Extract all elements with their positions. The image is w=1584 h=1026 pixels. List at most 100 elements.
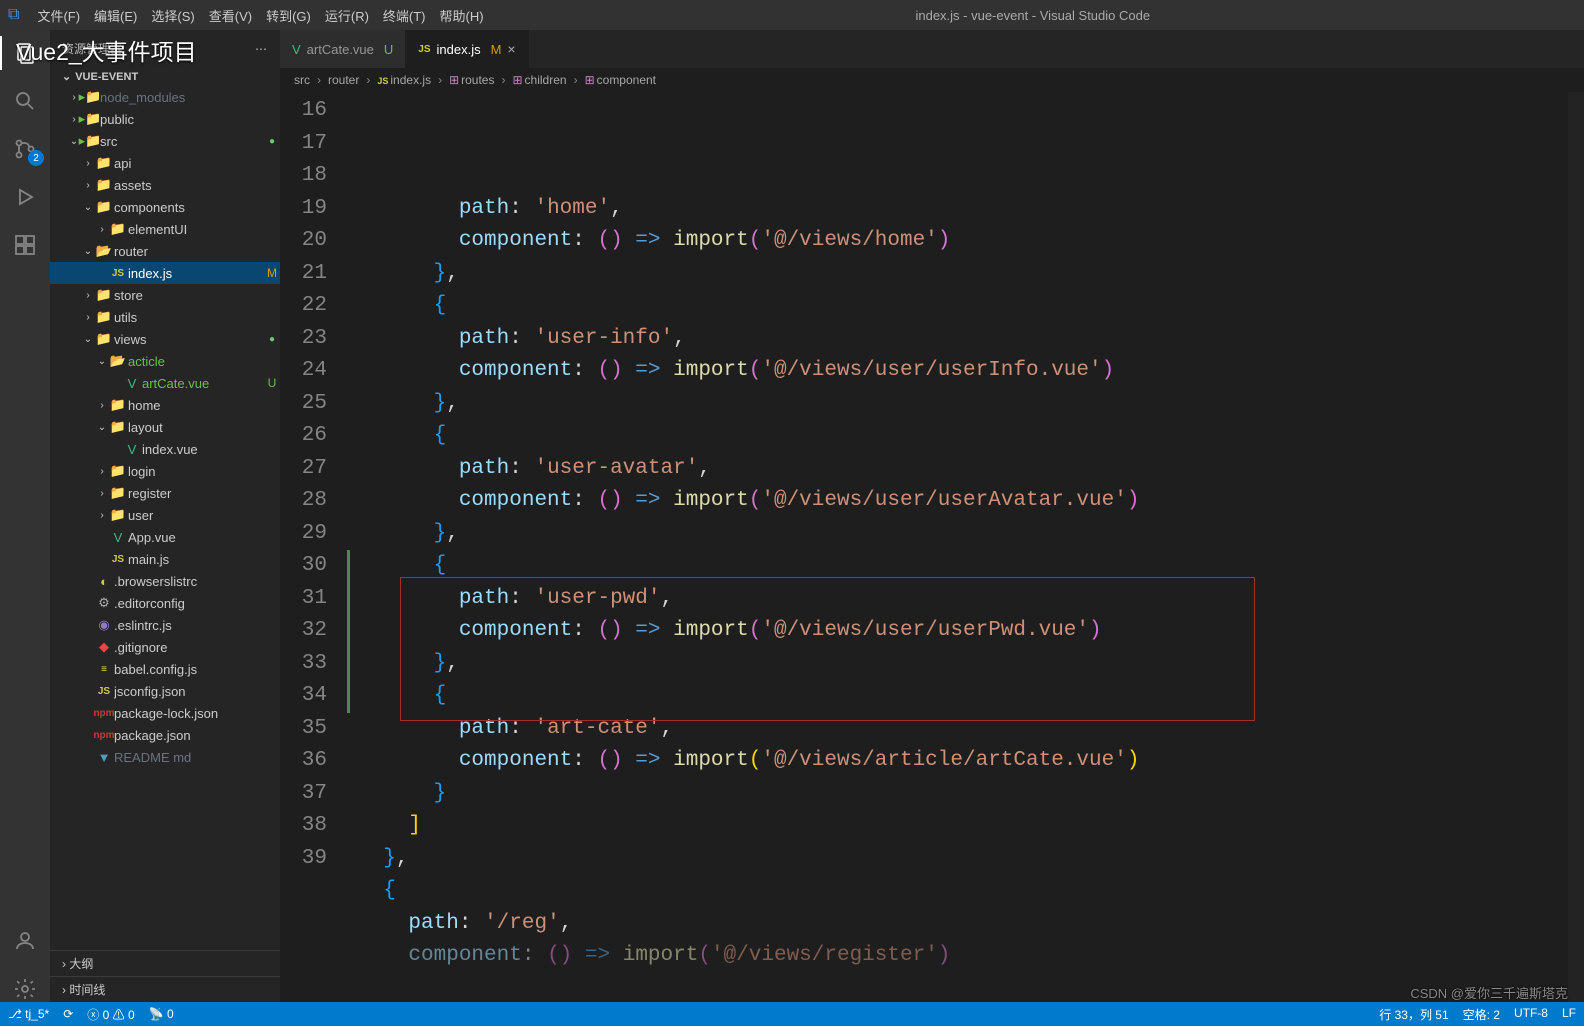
settings-gear-icon[interactable] [12, 976, 38, 1002]
project-name: VUE-EVENT [75, 71, 138, 83]
overlay-caption: Vue2_大事件项目 [16, 33, 197, 67]
file-icon: 📁 [94, 155, 114, 171]
tree-item[interactable]: ⌄📁components [50, 196, 280, 218]
tree-item[interactable]: ⌄▸📁src● [50, 130, 280, 152]
activity-bar: 2 [0, 30, 50, 1002]
breadcrumb-item[interactable]: component [597, 73, 656, 87]
tree-item-label: components [114, 200, 264, 215]
tree-item[interactable]: ◆.gitignore [50, 636, 280, 658]
editor-tab[interactable]: VartCate.vueU [280, 30, 406, 68]
menu-item[interactable]: 编辑(E) [88, 6, 143, 25]
source-control-icon[interactable]: 2 [12, 136, 38, 162]
menu-item[interactable]: 终端(T) [377, 6, 432, 25]
tree-item-label: store [114, 288, 264, 303]
status-port[interactable]: 📡 0 [149, 1007, 174, 1021]
tree-item[interactable]: ≡babel.config.js [50, 658, 280, 680]
status-errors[interactable]: ⓧ 0 ⚠ 0 [87, 1006, 134, 1023]
minimap[interactable] [1568, 92, 1584, 1002]
tree-item[interactable]: ›📁assets [50, 174, 280, 196]
tree-item[interactable]: ›📁store [50, 284, 280, 306]
tree-item[interactable]: ›📁home [50, 394, 280, 416]
menu-item[interactable]: 选择(S) [145, 6, 200, 25]
tab-label: artCate.vue [307, 42, 374, 57]
tree-item[interactable]: ›📁user [50, 504, 280, 526]
tree-item-label: src [100, 134, 264, 149]
file-icon: ▸📁 [80, 89, 100, 105]
tree-item[interactable]: ›▸📁public [50, 108, 280, 130]
status-branch[interactable]: ⎇ tj_5* [8, 1007, 49, 1021]
menu-item[interactable]: 运行(R) [319, 6, 375, 25]
status-encoding[interactable]: UTF-8 [1514, 1006, 1548, 1023]
file-icon: 📂 [94, 243, 114, 259]
tree-item-label: .browserslistrc [114, 574, 264, 589]
file-icon: 📁 [94, 287, 114, 303]
tree-item[interactable]: JSindex.jsM [50, 262, 280, 284]
tree-item[interactable]: ⌄📁views● [50, 328, 280, 350]
file-icon: 📁 [108, 221, 128, 237]
status-eol[interactable]: LF [1562, 1006, 1576, 1023]
file-icon: ⚙ [94, 595, 114, 611]
explorer-project-title[interactable]: ⌄ VUE-EVENT [50, 67, 280, 86]
line-gutter: 1617181920212223242526272829303132333435… [280, 92, 350, 1002]
code-editor[interactable]: 1617181920212223242526272829303132333435… [280, 92, 1584, 1002]
status-sync-icon[interactable]: ⟳ [63, 1007, 73, 1021]
breadcrumb-item[interactable]: index.js [390, 73, 431, 87]
extensions-icon[interactable] [12, 232, 38, 258]
tree-item[interactable]: ›📁utils [50, 306, 280, 328]
breadcrumb-item[interactable]: children [525, 73, 567, 87]
chevron-right-icon: › [62, 957, 66, 971]
run-debug-icon[interactable] [12, 184, 38, 210]
tree-item[interactable]: VApp.vue [50, 526, 280, 548]
menu-item[interactable]: 查看(V) [203, 6, 258, 25]
timeline-section[interactable]: › 时间线 [50, 976, 280, 1002]
tree-item[interactable]: npmpackage-lock.json [50, 702, 280, 724]
tree-item[interactable]: ›📁api [50, 152, 280, 174]
menu-item[interactable]: 文件(F) [31, 6, 86, 25]
search-icon[interactable] [12, 88, 38, 114]
outline-section[interactable]: › 大纲 [50, 950, 280, 976]
file-icon: 📁 [94, 309, 114, 325]
tree-item[interactable]: ⌄📂router [50, 240, 280, 262]
breadcrumb-item[interactable]: router [328, 73, 359, 87]
account-icon[interactable] [12, 928, 38, 954]
breadcrumbs[interactable]: src›router›JS index.js›⊞ routes›⊞ childr… [280, 68, 1584, 92]
tree-item[interactable]: JSmain.js [50, 548, 280, 570]
tree-item[interactable]: JSjsconfig.json [50, 680, 280, 702]
tree-item[interactable]: ›📁login [50, 460, 280, 482]
file-icon: ◉ [94, 617, 114, 633]
code-content[interactable]: path: 'home', component: () => import('@… [350, 92, 1584, 1002]
editor-tab[interactable]: JSindex.jsM × [406, 30, 528, 68]
tree-item[interactable]: ›📁elementUI [50, 218, 280, 240]
tree-item[interactable]: ›▸📁node_modules [50, 86, 280, 108]
file-icon: V [108, 530, 128, 545]
editor-group: VartCate.vueU JSindex.jsM × src›router›J… [280, 30, 1584, 1002]
status-bar: ⎇ tj_5* ⟳ ⓧ 0 ⚠ 0 📡 0 行 33，列 51 空格: 2 UT… [0, 1002, 1584, 1026]
menu-item[interactable]: 转到(G) [260, 6, 317, 25]
modified-dot-icon: ● [264, 334, 280, 345]
tree-item[interactable]: ◐.browserslistrc [50, 570, 280, 592]
breadcrumb-item[interactable]: src [294, 73, 310, 87]
tree-item-label: views [114, 332, 264, 347]
tree-item[interactable]: ▼README md [50, 746, 280, 768]
tree-item[interactable]: ⚙.editorconfig [50, 592, 280, 614]
file-icon: 📁 [108, 463, 128, 479]
menu-bar: 文件(F)编辑(E)选择(S)查看(V)转到(G)运行(R)终端(T)帮助(H) [31, 6, 489, 25]
menu-item[interactable]: 帮助(H) [434, 6, 490, 25]
tree-item[interactable]: VartCate.vueU [50, 372, 280, 394]
chevron-right-icon: › [62, 983, 66, 997]
tree-item[interactable]: ◉.eslintrc.js [50, 614, 280, 636]
tree-item-label: layout [128, 420, 264, 435]
tree-item[interactable]: npmpackage.json [50, 724, 280, 746]
breadcrumb-item[interactable]: routes [461, 73, 494, 87]
close-tab-icon[interactable]: × [507, 41, 515, 57]
tree-item[interactable]: Vindex.vue [50, 438, 280, 460]
tree-item[interactable]: ⌄📁layout [50, 416, 280, 438]
tree-item[interactable]: ›📁register [50, 482, 280, 504]
file-icon: 📁 [94, 177, 114, 193]
tree-item-label: package-lock.json [114, 706, 264, 721]
file-icon: ◐ [94, 574, 114, 589]
tree-item[interactable]: ⌄📂acticle [50, 350, 280, 372]
sidebar-more-icon[interactable]: ⋯ [255, 42, 268, 56]
status-position[interactable]: 行 33，列 51 [1379, 1006, 1448, 1023]
status-spaces[interactable]: 空格: 2 [1463, 1006, 1500, 1023]
